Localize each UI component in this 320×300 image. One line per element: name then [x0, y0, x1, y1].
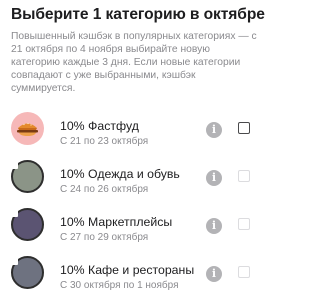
category-dates: С 30 октября по 1 ноября [60, 280, 179, 291]
category-avatar-clothes [8, 154, 44, 193]
category-checkbox [238, 170, 250, 182]
category-item-marketplaces[interactable]: 10% Маркетплейсы С 27 по 29 октября i [0, 202, 263, 252]
category-avatar-marketplaces [8, 202, 44, 241]
category-title: 10% Кафе и рестораны [60, 263, 195, 277]
category-checkbox [238, 218, 250, 230]
category-item-clothes[interactable]: 10% Одежда и обувь С 24 по 26 октября i [0, 154, 263, 204]
page-title: Выберите 1 категорию в октябре [11, 6, 265, 23]
lock-icon [8, 250, 18, 265]
category-checkbox[interactable] [238, 122, 250, 134]
category-item-fastfood[interactable]: 10% Фастфуд С 21 по 23 октября i [0, 108, 263, 156]
category-avatar-cafe [8, 250, 44, 289]
burger-icon [17, 122, 38, 136]
category-title: 10% Одежда и обувь [60, 167, 180, 181]
category-dates: С 24 по 26 октября [60, 184, 149, 195]
lock-icon [8, 154, 18, 169]
category-item-cafe[interactable]: 10% Кафе и рестораны С 30 октября по 1 н… [0, 250, 263, 300]
category-checkbox [238, 266, 250, 278]
info-icon[interactable]: i [206, 122, 222, 138]
info-icon[interactable]: i [206, 170, 222, 186]
category-avatar-fastfood [11, 112, 44, 145]
lock-icon [8, 202, 18, 217]
cashback-description: Повышенный кэшбэк в популярных категория… [11, 31, 257, 94]
category-dates: С 27 по 29 октября [60, 232, 149, 243]
category-title: 10% Маркетплейсы [60, 215, 173, 229]
category-dates: С 21 по 23 октября [60, 136, 149, 147]
info-icon[interactable]: i [206, 218, 222, 234]
category-title: 10% Фастфуд [60, 119, 139, 133]
info-icon[interactable]: i [206, 266, 222, 282]
